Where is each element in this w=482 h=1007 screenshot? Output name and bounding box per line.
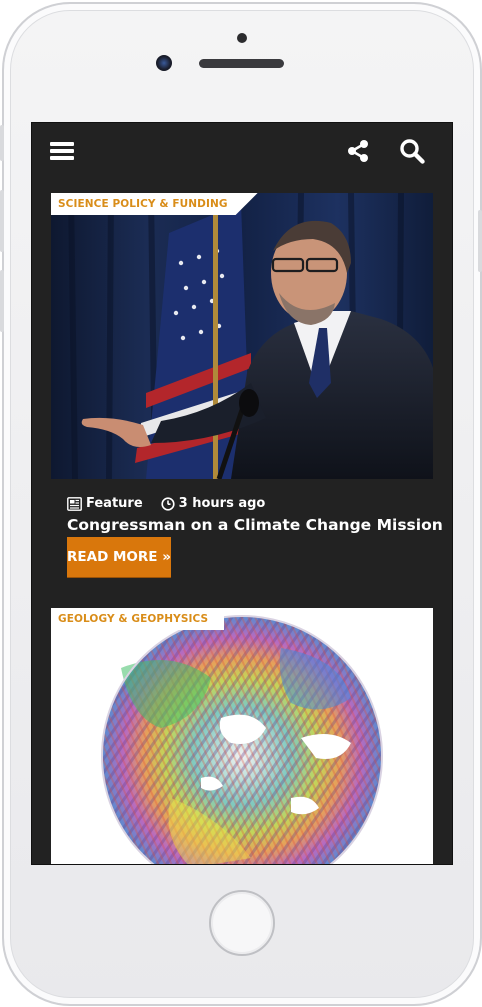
article-card[interactable]: SCIENCE POLICY & FUNDING Feature 3 hours… (51, 193, 443, 583)
category-tag[interactable]: SCIENCE POLICY & FUNDING (51, 193, 258, 215)
search-icon[interactable] (398, 137, 426, 165)
clock-icon (161, 496, 175, 511)
front-camera (156, 55, 172, 71)
screen: SCIENCE POLICY & FUNDING Feature 3 hours… (32, 123, 452, 864)
share-icon[interactable] (344, 137, 372, 165)
newspaper-icon (67, 496, 82, 511)
earpiece-speaker (199, 59, 284, 68)
article-type-label: Feature (86, 496, 143, 511)
article-image-congressman[interactable]: SCIENCE POLICY & FUNDING (51, 193, 433, 479)
read-more-button[interactable]: READ MORE » (67, 537, 171, 577)
volume-up-button (0, 190, 4, 252)
power-button (478, 210, 482, 272)
proximity-sensor (237, 33, 247, 43)
article-time-label: 3 hours ago (178, 496, 266, 511)
article-meta: Feature 3 hours ago (67, 496, 283, 511)
article-time: 3 hours ago (161, 496, 266, 511)
article-type: Feature (67, 496, 143, 511)
hamburger-menu-icon[interactable] (48, 137, 76, 165)
home-button[interactable] (209, 890, 275, 956)
category-tag[interactable]: GEOLOGY & GEOPHYSICS (51, 608, 225, 630)
article-headline[interactable]: Congressman on a Climate Change Mission (67, 514, 443, 536)
article-card[interactable]: GEOLOGY & GEOPHYSICS (51, 608, 433, 864)
volume-down-button (0, 270, 4, 332)
article-image-geophysics-map[interactable]: GEOLOGY & GEOPHYSICS (51, 608, 433, 864)
mute-switch (0, 125, 4, 161)
top-nav-bar (32, 123, 452, 178)
